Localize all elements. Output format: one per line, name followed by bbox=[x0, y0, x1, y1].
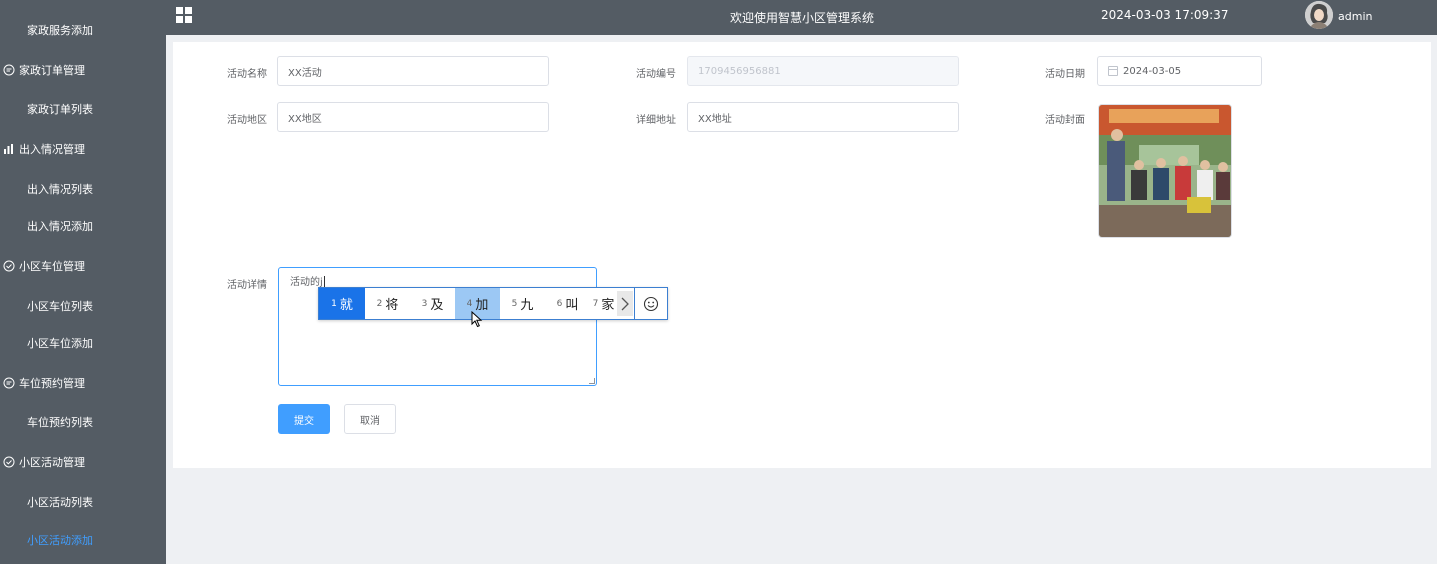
detail-address-input[interactable]: XX地址 bbox=[687, 102, 959, 132]
system-title: 欢迎使用智慧小区管理系统 bbox=[730, 11, 875, 25]
sidebar-item-label: 小区活动列表 bbox=[27, 496, 93, 509]
sidebar-item-label: 小区活动管理 bbox=[19, 456, 85, 469]
ime-candidate-number: 3 bbox=[421, 298, 428, 309]
sidebar-item-label: 车位预约列表 bbox=[27, 416, 93, 429]
sidebar-group[interactable]: 出入情况管理 bbox=[0, 137, 166, 161]
ime-candidate[interactable]: 7家 bbox=[590, 288, 617, 319]
sidebar-item[interactable]: 出入情况列表 bbox=[0, 177, 166, 201]
sidebar-item-label: 家政服务添加 bbox=[27, 24, 93, 37]
activity-name-input[interactable]: XX活动 bbox=[277, 56, 549, 86]
sidebar: 家政服务添加 家政订单管理 家政订单列表 出入情况管理 出入情况列表 出入情况添加 小区车位… bbox=[0, 0, 166, 564]
activity-date-value: 2024-03-05 bbox=[1123, 65, 1182, 77]
ime-candidate[interactable]: 3及 bbox=[410, 288, 455, 319]
detail-address-value: XX地址 bbox=[698, 113, 732, 125]
activity-cover-image[interactable] bbox=[1098, 104, 1232, 238]
check-circle-icon bbox=[3, 260, 15, 272]
activity-detail-label: 活动详情 bbox=[227, 280, 267, 291]
ime-candidate-text: 就 bbox=[339, 298, 353, 313]
ime-candidate-number: 1 bbox=[331, 298, 337, 309]
mouse-pointer-icon bbox=[471, 310, 483, 328]
activity-name-label: 活动名称 bbox=[227, 69, 267, 80]
sidebar-item-label: 出入情况管理 bbox=[19, 143, 85, 156]
chat-bubble-icon bbox=[3, 377, 15, 389]
sidebar-item[interactable]: 出入情况添加 bbox=[0, 214, 166, 238]
resize-handle-icon[interactable] bbox=[589, 378, 595, 384]
menu-grid-icon[interactable] bbox=[176, 7, 192, 23]
ime-candidate-number: 6 bbox=[556, 298, 563, 309]
next-page-icon[interactable] bbox=[617, 291, 633, 316]
activity-code-value: 1709456956881 bbox=[698, 65, 781, 77]
sidebar-item-label: 家政订单管理 bbox=[19, 64, 85, 77]
sidebar-item[interactable]: 小区车位添加 bbox=[0, 331, 166, 355]
sidebar-item[interactable]: 小区活动列表 bbox=[0, 490, 166, 514]
check-circle-icon bbox=[3, 456, 15, 468]
sidebar-item[interactable]: 家政服务添加 bbox=[0, 18, 166, 42]
ime-candidate-number: 5 bbox=[511, 298, 518, 309]
activity-name-value: XX活动 bbox=[288, 67, 322, 79]
top-header: 欢迎使用智慧小区管理系统 2024-03-03 17:09:37 admin bbox=[166, 0, 1437, 35]
sidebar-group[interactable]: 家政订单管理 bbox=[0, 58, 166, 82]
calendar-icon bbox=[1108, 66, 1118, 76]
activity-cover-label: 活动封面 bbox=[1045, 115, 1085, 126]
current-datetime: 2024-03-03 17:09:37 bbox=[1101, 8, 1229, 22]
ime-candidate-bar: 1就2将3及4加5九6叫7家 bbox=[318, 287, 668, 320]
ime-candidate[interactable]: 1就 bbox=[319, 288, 365, 319]
sidebar-item-label: 小区车位添加 bbox=[27, 337, 93, 350]
sidebar-item[interactable]: 车位预约列表 bbox=[0, 410, 166, 434]
sidebar-item-label: 出入情况添加 bbox=[27, 220, 93, 233]
ime-candidate-number: 7 bbox=[592, 298, 599, 309]
activity-code-label: 活动编号 bbox=[636, 69, 676, 80]
ime-candidate-text: 九 bbox=[520, 298, 534, 313]
sidebar-item-label: 小区车位列表 bbox=[27, 300, 93, 313]
sidebar-item-label: 家政订单列表 bbox=[27, 103, 93, 116]
ime-candidate[interactable]: 5九 bbox=[500, 288, 545, 319]
cancel-button[interactable]: 取消 bbox=[344, 404, 396, 434]
activity-region-value: XX地区 bbox=[288, 113, 322, 125]
detail-address-label: 详细地址 bbox=[636, 115, 676, 126]
activity-code-input: 1709456956881 bbox=[687, 56, 959, 86]
activity-date-label: 活动日期 bbox=[1045, 69, 1085, 80]
sidebar-item-label: 小区活动添加 bbox=[27, 534, 93, 547]
sidebar-item-label: 小区车位管理 bbox=[19, 260, 85, 273]
text-caret bbox=[323, 276, 325, 287]
sidebar-group[interactable]: 车位预约管理 bbox=[0, 371, 166, 395]
sidebar-group[interactable]: 小区车位管理 bbox=[0, 254, 166, 278]
sidebar-item[interactable]: 家政订单列表 bbox=[0, 97, 166, 121]
bar-chart-icon bbox=[3, 143, 15, 155]
sidebar-group[interactable]: 小区活动管理 bbox=[0, 450, 166, 474]
user-avatar[interactable] bbox=[1305, 1, 1333, 29]
sidebar-item[interactable]: 小区车位列表 bbox=[0, 294, 166, 318]
ime-candidate-text: 家 bbox=[601, 298, 615, 313]
submit-button[interactable]: 提交 bbox=[278, 404, 330, 434]
ime-candidate[interactable]: 6叫 bbox=[545, 288, 590, 319]
chat-bubble-icon bbox=[3, 64, 15, 76]
ime-candidate-text: 将 bbox=[385, 298, 399, 313]
ime-candidate-number: 2 bbox=[376, 298, 383, 309]
sidebar-item[interactable]: 小区活动添加 bbox=[0, 528, 166, 552]
emoji-icon[interactable] bbox=[635, 288, 667, 319]
ime-candidate-number: 4 bbox=[466, 298, 473, 309]
ime-candidate[interactable]: 2将 bbox=[365, 288, 410, 319]
activity-detail-textarea[interactable]: 活动的j bbox=[278, 267, 597, 386]
sidebar-item-label: 车位预约管理 bbox=[19, 377, 85, 390]
sidebar-item-label: 出入情况列表 bbox=[27, 183, 93, 196]
activity-region-input[interactable]: XX地区 bbox=[277, 102, 549, 132]
ime-candidate-text: 叫 bbox=[565, 298, 579, 313]
activity-region-label: 活动地区 bbox=[227, 115, 267, 126]
username[interactable]: admin bbox=[1338, 10, 1372, 23]
activity-form-panel: 活动名称 XX活动 活动编号 1709456956881 活动日期 2024-0… bbox=[173, 42, 1431, 468]
ime-candidate-text: 及 bbox=[430, 298, 444, 313]
activity-date-picker[interactable]: 2024-03-05 bbox=[1097, 56, 1262, 86]
